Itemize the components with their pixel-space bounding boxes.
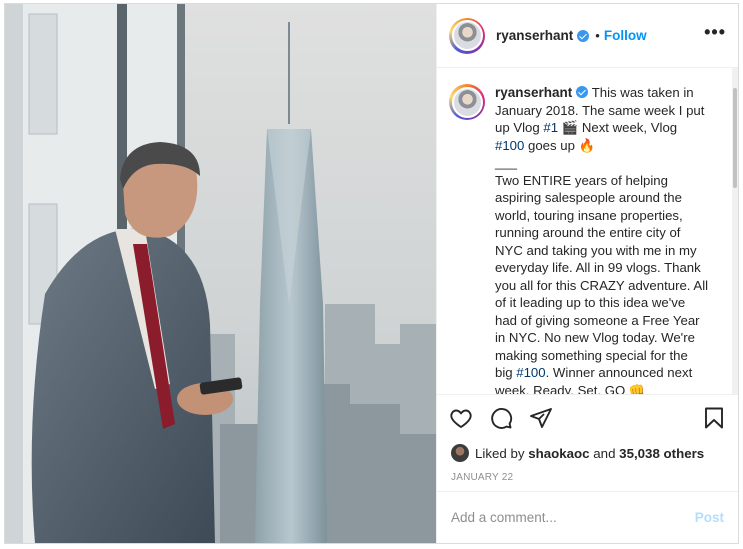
caption-username[interactable]: ryanserhant <box>495 85 572 100</box>
photo-illustration <box>5 4 436 543</box>
post-photo[interactable] <box>5 4 436 543</box>
verified-badge-icon <box>576 86 589 98</box>
hashtag-link[interactable]: #100 <box>516 365 545 380</box>
hashtag-link[interactable]: #100 <box>495 138 524 153</box>
share-icon[interactable] <box>529 406 553 430</box>
clapperboard-emoji-icon: 🎬 <box>561 120 579 135</box>
avatar-image <box>451 20 483 51</box>
likes-count[interactable]: 35,038 others <box>619 446 704 461</box>
caption-part: goes up <box>524 137 579 153</box>
post-date[interactable]: JANUARY 22 <box>437 466 738 491</box>
bookmark-icon[interactable] <box>702 406 726 430</box>
post-side-panel: ryanserhant • Follow ••• ryanserhant Thi… <box>436 4 738 543</box>
author-username[interactable]: ryanserhant <box>496 28 573 43</box>
caption-text: ryanserhant This was taken in January 20… <box>495 84 709 394</box>
verified-badge-icon <box>577 29 590 42</box>
comments-section[interactable]: ryanserhant This was taken in January 20… <box>437 68 738 394</box>
avatar-image <box>451 86 483 118</box>
caption-row: ryanserhant This was taken in January 20… <box>449 84 726 394</box>
likes-middle: and <box>593 445 616 461</box>
liker-avatar[interactable] <box>451 444 469 462</box>
caption-part: Next week, Vlog <box>578 120 678 135</box>
likes-row: Liked by shaokaoc and 35,038 others <box>437 440 738 466</box>
action-bar <box>437 394 738 440</box>
post-card: ryanserhant • Follow ••• ryanserhant Thi… <box>4 3 739 544</box>
fire-emoji-icon: 🔥 <box>578 137 596 153</box>
caption-body: Two ENTIRE years of helping aspiring sal… <box>495 172 709 395</box>
comment-icon[interactable] <box>489 406 513 430</box>
liker-username[interactable]: shaokaoc <box>528 446 589 461</box>
post-comment-button[interactable]: Post <box>695 510 724 525</box>
comment-input[interactable] <box>451 510 695 525</box>
likes-prefix: Liked by <box>475 445 525 461</box>
fist-emoji-icon: 👊 <box>628 382 646 395</box>
header-separator: • <box>595 28 600 43</box>
comments-scrollbar[interactable] <box>732 68 738 394</box>
scrollbar-thumb[interactable] <box>733 88 737 188</box>
caption-part: Two ENTIRE years of helping aspiring sal… <box>495 172 709 381</box>
hashtag-link[interactable]: #1 <box>543 120 558 135</box>
post-header: ryanserhant • Follow ••• <box>437 4 738 68</box>
heart-icon[interactable] <box>449 406 473 430</box>
more-options-icon[interactable]: ••• <box>704 23 726 45</box>
caption-divider: ___ <box>495 155 518 170</box>
author-avatar[interactable] <box>449 17 485 54</box>
caption-avatar[interactable] <box>449 84 485 120</box>
follow-button[interactable]: Follow <box>604 28 647 43</box>
add-comment-bar: Post <box>437 491 738 543</box>
